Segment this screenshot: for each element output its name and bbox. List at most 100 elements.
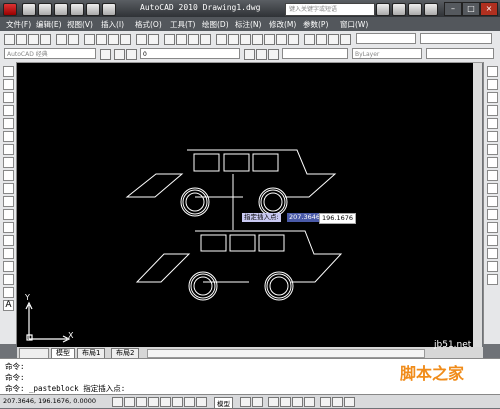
zoom-status-icon[interactable]	[280, 397, 291, 407]
insert-block-icon[interactable]	[3, 209, 14, 220]
copy-icon[interactable]	[96, 34, 107, 45]
menu-dimension[interactable]: 标注(N)	[235, 19, 261, 30]
otrack-toggle[interactable]	[172, 397, 183, 407]
grid-toggle[interactable]	[124, 397, 135, 407]
paste-icon[interactable]	[108, 34, 119, 45]
layer-properties-icon[interactable]	[114, 49, 125, 60]
quick-view-drawings-icon[interactable]	[252, 397, 263, 407]
multileader-style-icon[interactable]	[340, 34, 351, 45]
model-space-button[interactable]: 模型	[214, 397, 233, 409]
array-icon[interactable]	[487, 118, 498, 129]
layer-select[interactable]: 0	[140, 48, 240, 59]
close-button[interactable]: ×	[480, 2, 498, 16]
help-icon[interactable]	[288, 34, 299, 45]
scale-icon[interactable]	[487, 157, 498, 168]
menu-format[interactable]: 格式(O)	[135, 19, 162, 30]
polygon-icon[interactable]	[3, 105, 14, 116]
dynamic-input-toggle[interactable]	[184, 397, 195, 407]
zoom-previous-icon[interactable]	[200, 34, 211, 45]
explode-icon[interactable]	[487, 274, 498, 285]
quick-view-layouts-icon[interactable]	[240, 397, 251, 407]
zoom-window-icon[interactable]	[188, 34, 199, 45]
menu-file[interactable]: 文件(F)	[6, 19, 31, 30]
favorites-icon[interactable]	[408, 3, 422, 16]
fillet-icon[interactable]	[487, 261, 498, 272]
sheet-set-icon[interactable]	[252, 34, 263, 45]
markup-icon[interactable]	[264, 34, 275, 45]
menu-insert[interactable]: 插入(I)	[101, 19, 124, 30]
layer-isolate-icon[interactable]	[268, 49, 279, 60]
menu-edit[interactable]: 编辑(E)	[36, 19, 62, 30]
hatch-icon[interactable]	[3, 248, 14, 259]
dim-combo[interactable]	[420, 33, 492, 44]
menu-draw[interactable]: 绘图(D)	[202, 19, 229, 30]
undo-icon[interactable]	[70, 3, 84, 16]
revision-cloud-icon[interactable]	[3, 157, 14, 168]
osnap-toggle[interactable]	[160, 397, 171, 407]
polar-toggle[interactable]	[148, 397, 159, 407]
tool-palettes-icon[interactable]	[240, 34, 251, 45]
rectangle-icon[interactable]	[3, 118, 14, 129]
search-input[interactable]: 键入关键字或短语	[285, 3, 375, 16]
color-select[interactable]	[282, 48, 348, 59]
new-icon[interactable]	[4, 34, 15, 45]
menu-view[interactable]: 视图(V)	[67, 19, 93, 30]
workspace-settings-icon[interactable]	[100, 49, 111, 60]
line-icon[interactable]	[3, 66, 14, 77]
calculator-icon[interactable]	[276, 34, 287, 45]
workspace-select[interactable]: AutoCAD 经典	[4, 48, 96, 59]
match-properties-icon[interactable]	[120, 34, 131, 45]
workspace-switch-icon[interactable]	[344, 397, 355, 407]
minimize-button[interactable]: –	[444, 2, 462, 16]
redo-icon[interactable]	[86, 3, 100, 16]
style-combo[interactable]	[356, 33, 416, 44]
dim-style-icon[interactable]	[316, 34, 327, 45]
move-icon[interactable]	[487, 131, 498, 142]
point-icon[interactable]	[3, 235, 14, 246]
linetype-select[interactable]: ByLayer	[352, 48, 422, 59]
join-icon[interactable]	[487, 235, 498, 246]
maximize-button[interactable]: □	[462, 2, 480, 16]
stretch-icon[interactable]	[487, 170, 498, 181]
publish-icon[interactable]	[68, 34, 79, 45]
new-icon[interactable]	[22, 3, 36, 16]
redo-icon[interactable]	[148, 34, 159, 45]
print-icon[interactable]	[40, 34, 51, 45]
pan-status-icon[interactable]	[268, 397, 279, 407]
ellipse-arc-icon[interactable]	[3, 196, 14, 207]
properties-icon[interactable]	[216, 34, 227, 45]
region-icon[interactable]	[3, 274, 14, 285]
table-style-icon[interactable]	[328, 34, 339, 45]
erase-icon[interactable]	[487, 66, 498, 77]
lineweight-select[interactable]	[426, 48, 494, 59]
extend-icon[interactable]	[487, 196, 498, 207]
break-icon[interactable]	[487, 222, 498, 233]
snap-toggle[interactable]	[112, 397, 123, 407]
arc-icon[interactable]	[3, 131, 14, 142]
menu-modify[interactable]: 修改(M)	[269, 19, 296, 30]
save-icon[interactable]	[28, 34, 39, 45]
cut-icon[interactable]	[84, 34, 95, 45]
mirror-icon[interactable]	[487, 92, 498, 103]
trim-icon[interactable]	[487, 183, 498, 194]
drawing-canvas[interactable]: Y X 指定插入点: 207.3646 196.1676	[17, 63, 473, 347]
open-icon[interactable]	[38, 3, 52, 16]
layer-previous-icon[interactable]	[256, 49, 267, 60]
text-style-icon[interactable]	[304, 34, 315, 45]
annotation-scale-icon[interactable]	[320, 397, 331, 407]
lineweight-toggle[interactable]	[196, 397, 207, 407]
command-prompt-line[interactable]: 命令: _pasteblock 指定插入点:	[5, 383, 125, 394]
print-icon[interactable]	[102, 3, 116, 16]
menu-parameter[interactable]: 参数(P)	[303, 19, 328, 30]
make-block-icon[interactable]	[3, 222, 14, 233]
vertical-scrollbar[interactable]	[473, 63, 482, 347]
horizontal-scrollbar[interactable]	[147, 349, 425, 358]
undo-icon[interactable]	[136, 34, 147, 45]
spline-icon[interactable]	[3, 170, 14, 181]
communication-icon[interactable]	[392, 3, 406, 16]
zoom-realtime-icon[interactable]	[176, 34, 187, 45]
chamfer-icon[interactable]	[487, 248, 498, 259]
save-icon[interactable]	[54, 3, 68, 16]
dynamic-input-y[interactable]: 196.1676	[319, 213, 357, 224]
gradient-icon[interactable]	[3, 261, 14, 272]
